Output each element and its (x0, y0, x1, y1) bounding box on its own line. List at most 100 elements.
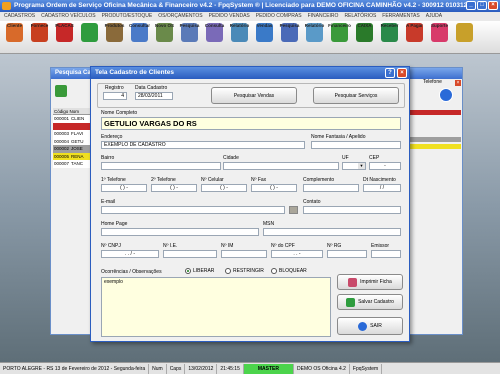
toolbar-label: Novo OS (154, 23, 174, 28)
fantasia-label: Nome Fantasia / Apelido (311, 134, 366, 140)
close-button[interactable]: × (488, 1, 498, 10)
maximize-button[interactable]: □ (477, 1, 487, 10)
fax-field[interactable]: ( ) - (251, 184, 297, 192)
chevron-down-icon[interactable]: ▼ (358, 163, 365, 169)
msn-field[interactable] (263, 228, 401, 236)
ie-field[interactable] (163, 250, 217, 258)
tel2-field[interactable]: ( ) - (151, 184, 197, 192)
table-row[interactable]: 000003 FLAVI (53, 130, 95, 138)
fantasia-field[interactable] (311, 141, 401, 149)
refresh-icon[interactable] (439, 88, 453, 102)
radio-restringir-label: RESTRINGIR (233, 268, 264, 274)
toolbar-button-products[interactable]: Produtos (102, 21, 127, 54)
nascimento-field[interactable]: / / (363, 184, 401, 192)
menu-cadastro-veiculos[interactable]: CADASTRO VEÍCULOS (41, 12, 95, 21)
row-code: 000007 (54, 161, 70, 166)
toolbar-button-cashier[interactable]: CAIXA (352, 21, 377, 54)
toolbar-button-sales[interactable]: Vendas (252, 21, 277, 54)
registro-field[interactable]: 4 (103, 92, 127, 100)
radio-liberar-dot[interactable] (185, 268, 191, 274)
toolbar-button-supplier[interactable]: Fornece (27, 21, 52, 54)
cnpj-field[interactable]: . . / - (101, 250, 159, 258)
salvar-cadastro-button[interactable]: Salvar Cadastro (337, 294, 403, 310)
complemento-field[interactable] (303, 184, 359, 192)
toolbar-button-search-sales[interactable]: Pesquisa (277, 21, 302, 54)
menu-pedido-vendas[interactable]: PEDIDO VENDAS (209, 12, 250, 21)
toolbar-button-new-os[interactable]: Novo OS (152, 21, 177, 54)
uf-select[interactable]: ▼ (342, 162, 366, 170)
toolbar-button-search-os[interactable]: Pesquisa (177, 21, 202, 54)
email-send-icon[interactable] (289, 206, 298, 214)
imprimir-ficha-button[interactable]: Imprimir Ficha (337, 274, 403, 290)
radio-liberar[interactable]: LIBERAR (185, 268, 214, 274)
radio-bloquear-dot[interactable] (271, 268, 277, 274)
data-cadastro-field[interactable]: 28/03/2011 (135, 92, 173, 100)
menu-ajuda[interactable]: AJUDA (426, 12, 442, 21)
menu-ferramentas[interactable]: FERRAMENTAS (382, 12, 419, 21)
bairro-field[interactable] (101, 162, 221, 170)
homepage-label: Home Page (101, 221, 128, 227)
table-row[interactable]: 000005 RENA (53, 152, 95, 160)
menu-relatorios[interactable]: RELATÓRIOS (344, 12, 376, 21)
table-row[interactable]: 000004 GETU (53, 137, 95, 145)
sair-button[interactable]: SAIR (337, 317, 403, 335)
bg-close-icon[interactable]: × (455, 80, 461, 86)
menu-pedido-compras[interactable]: PEDIDO COMPRAS (256, 12, 302, 21)
toolbar-button-truck[interactable]: PLACAS (52, 21, 77, 54)
rg-field[interactable] (327, 250, 367, 258)
radio-restringir[interactable]: RESTRINGIR (225, 268, 264, 274)
cpf-field[interactable]: . . - (271, 250, 323, 258)
toolbar-label: Produtos (104, 23, 125, 28)
toolbar-button-add-vehicle[interactable] (77, 21, 102, 54)
table-row[interactable]: 000002 JOSE (53, 145, 95, 153)
toolbar-button-consult-os[interactable]: Consulta (202, 21, 227, 54)
endereco-field[interactable]: EXEMPLO DE CADASTRO (101, 141, 305, 149)
im-field[interactable] (221, 250, 267, 258)
cidade-label: Cidade (223, 155, 239, 161)
table-row[interactable] (53, 122, 95, 130)
nome-field[interactable]: GETULIO VARGAS DO RS (101, 117, 401, 130)
email-field[interactable] (101, 206, 285, 214)
pesquisar-vendas-button[interactable]: Pesquisar Vendas (211, 87, 297, 104)
menu-produto-estoque[interactable]: PRODUTO/ESTOQUE (102, 12, 153, 21)
minimize-button[interactable]: _ (466, 1, 476, 10)
celular-field[interactable]: ( ) - (201, 184, 247, 192)
observacoes-textarea[interactable]: exemplo (101, 277, 331, 337)
table-row[interactable]: 000001 CLIEN (53, 115, 95, 123)
menu-cadastros[interactable]: CADASTROS (4, 12, 35, 21)
add-icon[interactable] (55, 85, 67, 97)
cidade-field[interactable] (223, 162, 339, 170)
cep-field[interactable]: - (369, 162, 401, 170)
radio-restringir-dot[interactable] (225, 268, 231, 274)
toolbar-button-receive[interactable]: Receber (377, 21, 402, 54)
app-logo-icon (2, 2, 11, 10)
help-button[interactable]: ? (385, 68, 395, 78)
menu-bar: CADASTROS CADASTRO VEÍCULOS PRODUTO/ESTO… (0, 12, 500, 21)
tel1-field[interactable]: ( ) - (101, 184, 147, 192)
menu-financeiro[interactable]: FINANCEIRO (308, 12, 339, 21)
status-num: Num (149, 363, 167, 374)
toolbar-label: Relatório (304, 23, 325, 28)
rg-label: Nº RG (327, 243, 342, 249)
homepage-field[interactable] (101, 228, 259, 236)
ocorrencias-label: Ocorrências / Observações (101, 269, 162, 275)
toolbar-button-support[interactable]: Suporte (427, 21, 452, 54)
pesquisar-servicos-button[interactable]: Pesquisar Serviços (313, 87, 399, 104)
toolbar-button-consult[interactable]: Consultar (127, 21, 152, 54)
status-mode: MASTER (243, 363, 294, 374)
toolbar-button-exit[interactable] (452, 21, 477, 54)
toolbar-button-finance[interactable]: Financeiro (327, 21, 352, 54)
toolbar-button-report-sales[interactable]: Relatório (302, 21, 327, 54)
emissor-field[interactable] (371, 250, 401, 258)
contato-field[interactable] (303, 206, 401, 214)
toolbar-button-client[interactable]: Cliente (2, 21, 27, 54)
toolbar-button-pay[interactable]: A Pagar (402, 21, 427, 54)
radio-bloquear[interactable]: BLOQUEAR (271, 268, 307, 274)
sair-label: SAIR (370, 323, 382, 329)
dialog-close-button[interactable]: × (397, 68, 407, 78)
toolbar-button-report[interactable]: Relatório (227, 21, 252, 54)
add-vehicle-icon (81, 23, 98, 42)
tel2-label: 2º Telefone (151, 177, 176, 183)
table-row[interactable]: 000007 TANC (53, 160, 95, 168)
menu-os-orcamentos[interactable]: OS/ORÇAMENTOS (158, 12, 202, 21)
